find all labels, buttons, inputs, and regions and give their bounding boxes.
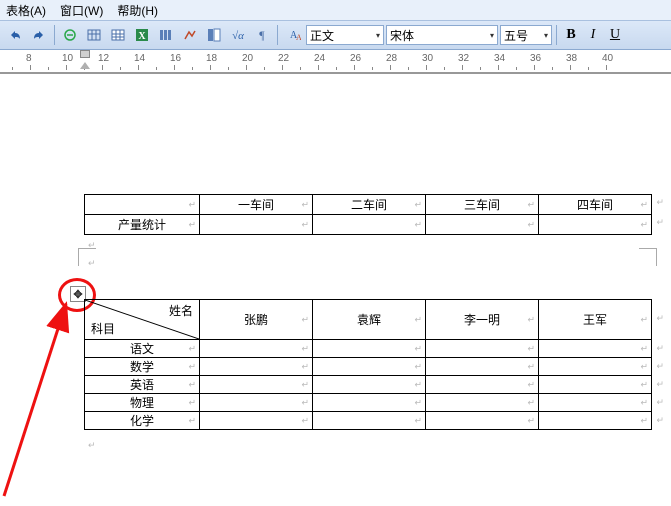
docmap-icon[interactable] bbox=[203, 24, 225, 46]
insert-table-icon[interactable] bbox=[107, 24, 129, 46]
row-end-mark: ↵ bbox=[656, 313, 664, 324]
t1-h2: 二车间 bbox=[351, 198, 387, 212]
menu-window[interactable]: 窗口(W) bbox=[60, 2, 103, 19]
menu-table[interactable]: 表格(A) bbox=[6, 2, 46, 19]
toolbar: X √α ¶ AA 正文▾ 宋体▾ 五号▾ B I U bbox=[0, 20, 671, 50]
table-2[interactable]: 姓名 科目 张鹏↵ 袁辉↵ 李一明↵ 王军↵ 语文↵↵↵↵↵ 数学↵↵↵↵↵ 英… bbox=[84, 299, 652, 430]
ruler[interactable]: 6810121416182022242628303234363840 bbox=[0, 50, 671, 74]
table-tool-icon[interactable] bbox=[83, 24, 105, 46]
link-icon[interactable] bbox=[59, 24, 81, 46]
t1-h3: 三车间 bbox=[464, 198, 500, 212]
menu-bar: 表格(A) 窗口(W) 帮助(H) bbox=[0, 0, 671, 20]
t1-r0: 产量统计 bbox=[118, 218, 166, 232]
t2-r5: 化学 bbox=[130, 414, 154, 428]
svg-text:√α: √α bbox=[232, 30, 244, 42]
row-end-mark: ↵ bbox=[656, 397, 664, 408]
font-dropdown[interactable]: 宋体▾ bbox=[386, 25, 498, 45]
table-2-wrap: 姓名 科目 张鹏↵ 袁辉↵ 李一明↵ 王军↵ 语文↵↵↵↵↵ 数学↵↵↵↵↵ 英… bbox=[84, 299, 652, 430]
row-end-mark: ↵ bbox=[656, 197, 664, 208]
t2-r3: 英语 bbox=[130, 378, 154, 392]
diag-bot-label: 科目 bbox=[91, 320, 115, 337]
row-end-mark: ↵ bbox=[656, 379, 664, 390]
t1-h1: 一车间 bbox=[238, 198, 274, 212]
t2-r4: 物理 bbox=[130, 396, 154, 410]
svg-text:¶: ¶ bbox=[259, 28, 265, 42]
size-dropdown[interactable]: 五号▾ bbox=[500, 25, 552, 45]
diagonal-header-cell[interactable]: 姓名 科目 bbox=[85, 300, 200, 340]
table-1[interactable]: ↵ 一车间↵ 二车间↵ 三车间↵ 四车间↵ 产量统计↵ ↵↵↵↵ bbox=[84, 194, 652, 235]
row-end-mark: ↵ bbox=[656, 415, 664, 426]
first-line-indent-marker[interactable] bbox=[80, 50, 90, 58]
hanging-indent-marker[interactable] bbox=[80, 62, 90, 69]
equation-icon[interactable]: √α bbox=[227, 24, 249, 46]
para-mark: ↵ bbox=[88, 440, 96, 451]
style-dropdown[interactable]: 正文▾ bbox=[306, 25, 384, 45]
drawing-icon[interactable] bbox=[179, 24, 201, 46]
t2-c4: 王军 bbox=[583, 313, 607, 327]
row-end-mark: ↵ bbox=[656, 343, 664, 354]
t2-c1: 张鹏 bbox=[244, 313, 268, 327]
columns-icon[interactable] bbox=[155, 24, 177, 46]
document-page[interactable]: ↵ 一车间↵ 二车间↵ 三车间↵ 四车间↵ 产量统计↵ ↵↵↵↵ ↵ ↵ ↵ ↵… bbox=[0, 74, 671, 506]
t2-c2: 袁辉 bbox=[357, 313, 381, 327]
t2-c3: 李一明 bbox=[464, 313, 500, 327]
excel-icon[interactable]: X bbox=[131, 24, 153, 46]
italic-button[interactable]: I bbox=[583, 24, 603, 46]
para-mark: ↵ bbox=[88, 240, 96, 251]
svg-text:X: X bbox=[138, 31, 146, 42]
margin-corner-tr bbox=[639, 248, 657, 266]
diag-top-label: 姓名 bbox=[169, 302, 193, 319]
svg-text:A: A bbox=[296, 33, 301, 42]
paragraph-icon[interactable]: ¶ bbox=[251, 24, 273, 46]
redo-icon[interactable] bbox=[28, 24, 50, 46]
underline-button[interactable]: U bbox=[605, 24, 625, 46]
row-end-mark: ↵ bbox=[656, 217, 664, 228]
row-end-mark: ↵ bbox=[656, 361, 664, 372]
para-mark: ↵ bbox=[88, 258, 96, 269]
bold-button[interactable]: B bbox=[561, 24, 581, 46]
annotation-arrow bbox=[0, 290, 90, 500]
table-1-wrap: ↵ 一车间↵ 二车间↵ 三车间↵ 四车间↵ 产量统计↵ ↵↵↵↵ ↵ ↵ bbox=[84, 194, 652, 235]
menu-help[interactable]: 帮助(H) bbox=[117, 2, 158, 19]
style-apply-icon[interactable]: AA bbox=[282, 24, 304, 46]
t2-r1: 语文 bbox=[130, 342, 154, 356]
undo-icon[interactable] bbox=[4, 24, 26, 46]
t1-h4: 四车间 bbox=[577, 198, 613, 212]
t2-r2: 数学 bbox=[130, 360, 154, 374]
